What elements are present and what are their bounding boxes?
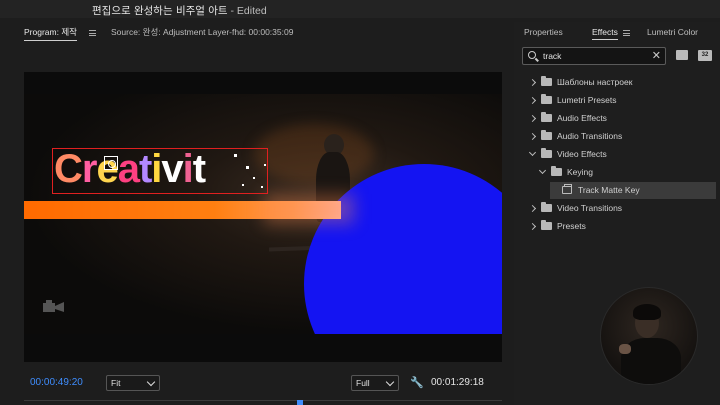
search-icon bbox=[528, 51, 536, 59]
preset-folder-icon bbox=[541, 220, 552, 230]
folder-icon bbox=[551, 166, 562, 176]
tree-item-label: Audio Effects bbox=[557, 113, 607, 123]
tree-item-keying[interactable]: Keying bbox=[538, 166, 716, 182]
window-title: 편집으로 완성하는 비주얼 아트 - Edited bbox=[92, 5, 267, 17]
tree-item-track-matte-key[interactable]: Track Matte Key bbox=[550, 182, 716, 199]
tree-item-video-transitions[interactable]: Video Transitions bbox=[528, 202, 716, 218]
tab-properties[interactable]: Properties bbox=[524, 27, 563, 37]
playback-resolution-select[interactable]: Full bbox=[351, 375, 399, 391]
edited-status: - Edited bbox=[227, 5, 267, 17]
current-timecode[interactable]: 00:00:49:20 bbox=[30, 377, 83, 388]
zoom-level-value: Fit bbox=[111, 378, 121, 388]
sparkle bbox=[234, 154, 237, 157]
chevron-right-icon[interactable] bbox=[528, 78, 537, 87]
tree-item-label: Keying bbox=[567, 167, 593, 177]
tab-effects[interactable]: Effects bbox=[592, 27, 618, 40]
video-frame: Creativit bbox=[24, 94, 502, 334]
duration-timecode: 00:01:29:18 bbox=[431, 377, 484, 388]
chevron-down-icon[interactable] bbox=[538, 166, 547, 175]
presenter-hair bbox=[633, 304, 661, 320]
chevron-right-icon[interactable] bbox=[528, 204, 537, 213]
chevron-down-icon bbox=[385, 377, 395, 387]
tree-item-label: Video Transitions bbox=[557, 203, 623, 213]
chevron-right-icon[interactable] bbox=[528, 222, 537, 231]
sparkle bbox=[246, 166, 249, 169]
presenter-webcam-overlay bbox=[600, 287, 698, 385]
preset-folder-icon bbox=[541, 76, 552, 86]
resolution-value: Full bbox=[356, 378, 370, 388]
tree-item-label: Track Matte Key bbox=[578, 185, 640, 195]
ambient-glow bbox=[254, 124, 374, 184]
chevron-right-icon[interactable] bbox=[528, 132, 537, 141]
title-bar: 편집으로 완성하는 비주얼 아트 - Edited bbox=[0, 0, 720, 18]
time-ruler[interactable] bbox=[24, 400, 502, 405]
anchor-point-crosshair-icon bbox=[108, 160, 116, 168]
sparkle bbox=[242, 184, 244, 186]
effects-search-input[interactable] bbox=[543, 49, 643, 63]
tree-item-video-effects[interactable]: Video Effects bbox=[528, 148, 716, 164]
folder-icon bbox=[541, 130, 552, 140]
clear-search-icon[interactable]: ✕ bbox=[652, 49, 661, 62]
wrench-settings-icon[interactable]: 🔧 bbox=[410, 376, 424, 389]
chevron-down-icon[interactable] bbox=[528, 148, 537, 157]
tree-item-presets-ru[interactable]: Шаблоны настроек bbox=[528, 76, 716, 92]
tree-item-presets[interactable]: Presets bbox=[528, 220, 716, 236]
tree-item-label: Audio Transitions bbox=[557, 131, 623, 141]
playhead-marker[interactable] bbox=[297, 400, 303, 405]
tab-lumetri-color[interactable]: Lumetri Color bbox=[647, 27, 698, 37]
effects-search-field[interactable]: ✕ bbox=[522, 47, 666, 65]
folder-icon bbox=[541, 202, 552, 212]
sparkle bbox=[261, 186, 263, 188]
chevron-right-icon[interactable] bbox=[528, 114, 537, 123]
program-tabs: Program: 제작 Source: 완성: Adjustment Layer… bbox=[14, 22, 510, 42]
panel-menu-icon[interactable] bbox=[89, 30, 96, 36]
tree-item-label: Video Effects bbox=[557, 149, 607, 159]
presenter-hand bbox=[619, 344, 631, 354]
tree-item-audio-effects[interactable]: Audio Effects bbox=[528, 112, 716, 128]
chevron-right-icon[interactable] bbox=[528, 96, 537, 105]
tree-item-label: Presets bbox=[557, 221, 586, 231]
tree-item-label: Шаблоны настроек bbox=[557, 77, 633, 87]
sparkle bbox=[253, 177, 255, 179]
folder-icon bbox=[541, 148, 552, 158]
preset-folder-icon bbox=[541, 94, 552, 104]
tree-item-lumetri-presets[interactable]: Lumetri Presets bbox=[528, 94, 716, 110]
folder-icon bbox=[541, 112, 552, 122]
chevron-down-icon bbox=[146, 377, 156, 387]
tree-item-label: Lumetri Presets bbox=[557, 95, 617, 105]
zoom-level-select[interactable]: Fit bbox=[106, 375, 160, 391]
program-monitor-viewer[interactable]: Creativit bbox=[24, 72, 502, 362]
program-monitor-panel: Program: 제작 Source: 완성: Adjustment Layer… bbox=[14, 22, 510, 405]
tab-source[interactable]: Source: 완성: Adjustment Layer-fhd: 00:00:… bbox=[111, 26, 293, 38]
tab-program[interactable]: Program: 제작 bbox=[24, 26, 77, 41]
sparkle bbox=[264, 164, 266, 166]
effect-icon bbox=[562, 184, 572, 194]
new-custom-bin-icon[interactable] bbox=[676, 50, 688, 60]
orange-bar-fade bbox=[264, 194, 354, 224]
tree-item-audio-transitions[interactable]: Audio Transitions bbox=[528, 130, 716, 146]
32-bit-filter-button[interactable]: 32 bbox=[698, 50, 712, 61]
panel-menu-icon[interactable] bbox=[623, 30, 630, 36]
camera-icon bbox=[43, 300, 64, 312]
